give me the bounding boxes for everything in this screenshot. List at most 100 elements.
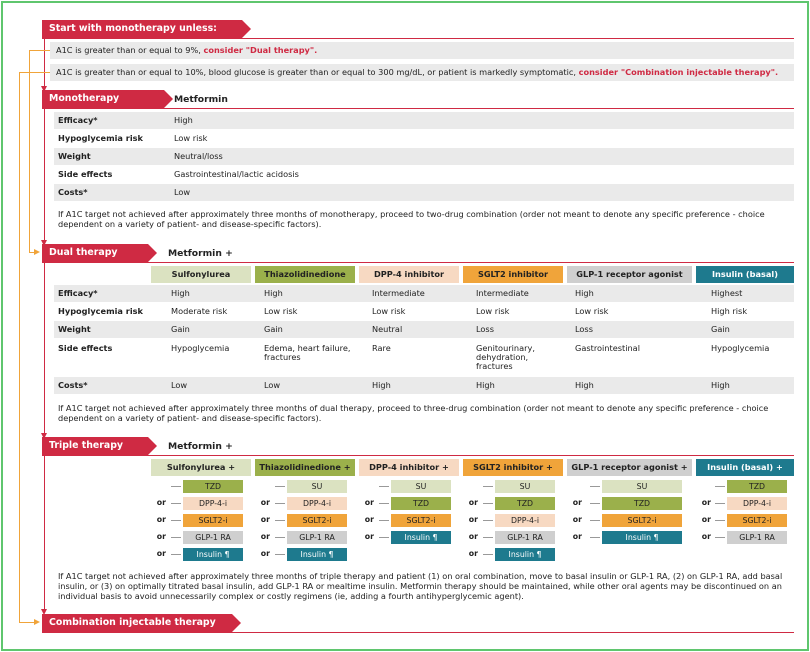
arrow-orange-dual [34,249,40,255]
connector-tick [171,537,181,538]
mono-row-efficacy: Efficacy* High [54,112,794,129]
dual-col-tzd: Thiazolidinedione [255,266,355,283]
dual-base: Metformin + [168,248,233,259]
option-pill: TZD [391,497,451,510]
cond1-link[interactable]: consider "Dual therapy". [203,45,317,55]
triple-col-sglt: SGLT2 inhibitor + [463,459,563,476]
option-pill: DPP-4-i [287,497,347,510]
connector-tick [483,537,493,538]
or-label: or [260,498,270,507]
connector-tick [379,537,389,538]
option-pill: SGLT2-i [602,514,682,527]
or-label: or [572,498,582,507]
or-label: or [156,549,166,558]
or-label: or [156,532,166,541]
dual-col-dpp: DPP-4 inhibitor [359,266,459,283]
mono-drug: Metformin [174,94,228,105]
or-label: or [468,515,478,524]
connector-tick [715,486,725,487]
mono-row-hypo: Hypoglycemia risk Low risk [58,133,208,143]
or-label: or [260,515,270,524]
arrow-orange-combo [34,619,40,625]
cond2-link[interactable]: consider "Combination injectable therapy… [579,67,779,77]
or-label: or [364,515,374,524]
branch-combo-h-bottom [19,622,35,623]
option-pill: TZD [727,480,787,493]
dual-row-costs: Costs* Low Low High High High High [54,377,794,394]
or-label: or [701,515,711,524]
or-label: or [468,498,478,507]
option-pill: DPP-4-i [495,514,555,527]
connector-tick [483,503,493,504]
start-condition-1: A1C is greater than or equal to 9%, cons… [50,42,794,59]
or-label: or [468,532,478,541]
mono-rule [42,108,794,109]
mono-row-side: Side effects Gastrointestinal/lactic aci… [58,169,299,179]
or-label: or [701,532,711,541]
or-label: or [156,515,166,524]
connector-tick [171,554,181,555]
dual-note: If A1C target not achieved after approxi… [58,403,769,423]
option-pill: SU [495,480,555,493]
branch-combo-h-top [19,72,51,73]
connector-tick [483,520,493,521]
option-pill: SGLT2-i [183,514,243,527]
connector-tick [715,520,725,521]
connector-tick [275,537,285,538]
or-label: or [572,515,582,524]
triple-col-su: Sulfonylurea + [151,459,251,476]
option-pill: GLP-1 RA [183,531,243,544]
branch-dual-v [29,50,30,253]
or-label: or [260,549,270,558]
start-header: Start with monotherapy unless: [42,20,251,38]
or-label: or [364,498,374,507]
mono-note: If A1C target not achieved after approxi… [58,209,765,229]
connector-tick [590,520,600,521]
option-pill: SU [602,480,682,493]
connector-tick [275,486,285,487]
triple-col-dpp: DPP-4 inhibitor + [359,459,459,476]
dual-row-efficacy: Efficacy* High High Intermediate Interme… [54,285,794,302]
start-condition-2: A1C is greater than or equal to 10%, blo… [50,64,794,81]
dual-row-side: Side effects Hypoglycemia Edema, heart f… [58,343,770,371]
option-pill: TZD [602,497,682,510]
connector-tick [590,537,600,538]
option-pill: Insulin ¶ [287,548,347,561]
connector-tick [275,554,285,555]
triple-col-tzd: Thiazolidinedione + [255,459,355,476]
connector-tick [171,486,181,487]
option-pill: DPP-4-i [183,497,243,510]
connector-tick [171,520,181,521]
cond2-text: A1C is greater than or equal to 10%, blo… [56,67,576,77]
connector-tick [715,537,725,538]
triple-note: If A1C target not achieved after approxi… [58,571,783,601]
combo-header: Combination injectable therapy [42,614,241,632]
option-pill: TZD [495,497,555,510]
connector-tick [590,486,600,487]
connector-tick [379,520,389,521]
connector-tick [483,486,493,487]
connector-tick [483,554,493,555]
triple-base: Metformin + [168,441,233,452]
or-label: or [572,532,582,541]
start-rule [42,38,794,39]
option-pill: Insulin ¶ [495,548,555,561]
connector-tick [275,520,285,521]
branch-combo-v [19,72,20,623]
or-label: or [156,498,166,507]
option-pill: Insulin ¶ [602,531,682,544]
dual-col-ins: Insulin (basal) [696,266,794,283]
option-pill: SGLT2-i [391,514,451,527]
connector-tick [379,486,389,487]
option-pill: SGLT2-i [287,514,347,527]
option-pill: SU [391,480,451,493]
main-flow-line [44,38,45,610]
triple-rule [42,455,794,456]
or-label: or [701,498,711,507]
connector-tick [715,503,725,504]
mono-row-costs: Costs* Low [54,184,794,201]
triple-header: Triple therapy [42,437,157,455]
or-label: or [468,549,478,558]
option-pill: Insulin ¶ [391,531,451,544]
option-pill: GLP-1 RA [495,531,555,544]
